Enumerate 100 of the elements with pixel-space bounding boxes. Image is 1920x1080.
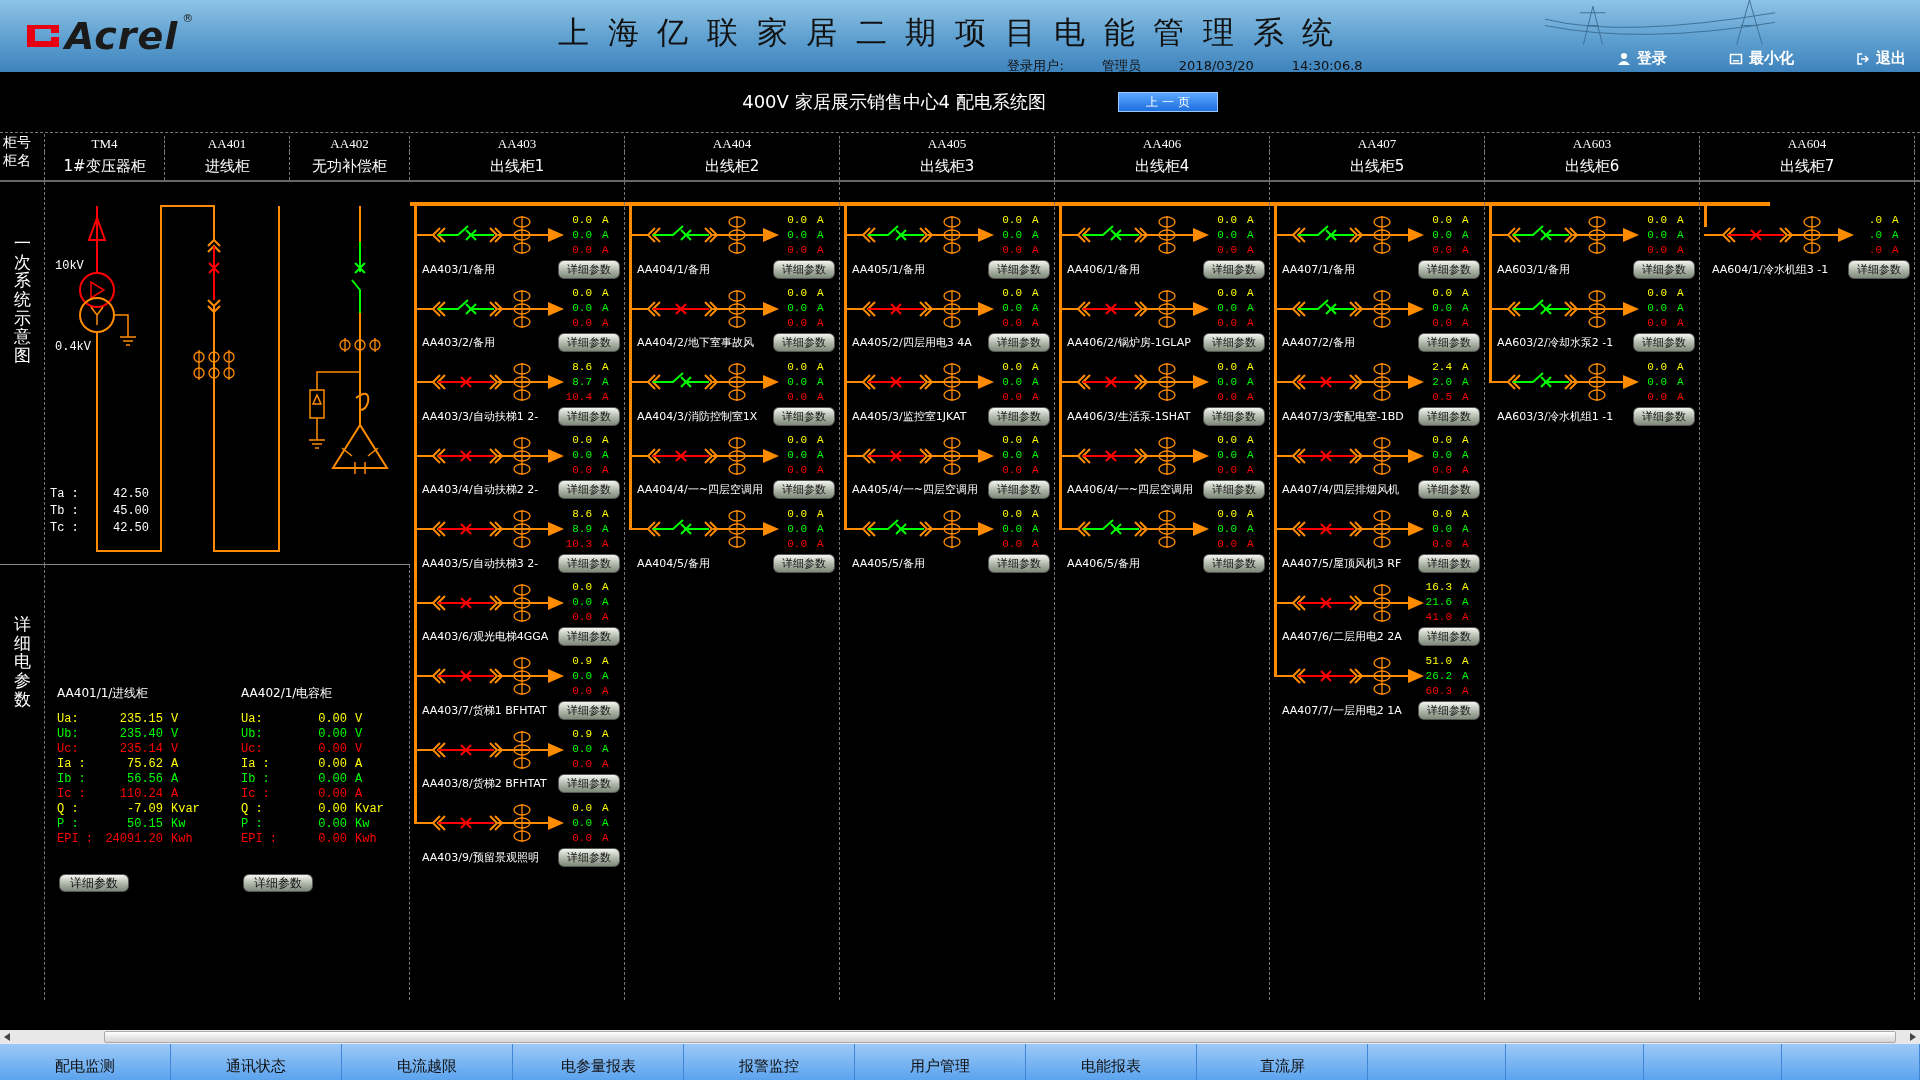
scroll-left-icon[interactable]	[4, 1033, 10, 1041]
parameter-label: P :	[241, 817, 264, 831]
parameter-value: 0.00	[317, 757, 348, 771]
details-button[interactable]: 详细参数	[1418, 627, 1480, 646]
current-value: 0.0	[1216, 286, 1237, 301]
details-button[interactable]: 详细参数	[1418, 480, 1480, 499]
details-button[interactable]: 详细参数	[1203, 406, 1265, 426]
current-unit: A	[602, 668, 609, 684]
details-button[interactable]: 详细参数	[558, 627, 620, 646]
details-button[interactable]: 详细参数	[1418, 700, 1480, 720]
current-value: 0.0	[786, 374, 807, 390]
current-unit: A	[1462, 212, 1469, 228]
nav-tab[interactable]: 用户管理	[855, 1044, 1026, 1080]
current-unit: A	[817, 463, 824, 478]
current-value: 0.0	[1216, 301, 1237, 316]
current-value: 0.0	[786, 286, 807, 301]
details-button[interactable]: 详细参数	[558, 700, 620, 720]
current-unit: A	[1462, 521, 1469, 537]
details-button[interactable]: 详细参数	[988, 480, 1050, 499]
details-button[interactable]: 详细参数	[988, 259, 1050, 279]
current-unit: A	[602, 683, 609, 699]
cabinet-name: 出线柜6	[1485, 152, 1700, 180]
details-button[interactable]: 详细参数	[1203, 480, 1265, 499]
parameter-unit: V	[355, 712, 364, 726]
current-value: 0.0	[1431, 227, 1452, 243]
login-user-label: 登录用户:	[1007, 58, 1064, 73]
temperature-value: 42.50	[113, 487, 149, 501]
details-button[interactable]: 详细参数	[773, 333, 835, 352]
details-button[interactable]: 详细参数	[1418, 553, 1480, 573]
nav-tab[interactable]: 通讯状态	[171, 1044, 342, 1080]
nav-tab[interactable]: 直流屏	[1197, 1044, 1368, 1080]
nav-tab[interactable]: 配电监测	[0, 1044, 171, 1080]
parameter-value: 0.00	[317, 817, 348, 831]
details-button[interactable]: 详细参数	[988, 553, 1050, 573]
details-button[interactable]: 详细参数	[1633, 333, 1695, 352]
current-unit: A	[602, 830, 609, 846]
current-value: 41.0	[1424, 610, 1452, 625]
details-button[interactable]: 详细参数	[988, 406, 1050, 426]
current-value: 2.0	[1431, 374, 1452, 390]
nav-tab[interactable]: 电流越限	[342, 1044, 513, 1080]
scrollbar-thumb[interactable]	[104, 1031, 1896, 1043]
details-button[interactable]: 详细参数	[558, 847, 620, 867]
horizontal-scrollbar[interactable]	[0, 1030, 1920, 1044]
current-value: 0.0	[786, 242, 807, 258]
current-unit: A	[602, 536, 609, 552]
details-button[interactable]: 详细参数	[558, 480, 620, 499]
scroll-right-icon[interactable]	[1910, 1033, 1916, 1041]
details-button[interactable]: 详细参数	[558, 553, 620, 573]
details-button[interactable]: 详细参数	[243, 874, 313, 892]
current-unit: A	[1677, 212, 1684, 228]
current-unit: A	[1892, 212, 1899, 228]
current-unit: A	[1677, 286, 1684, 301]
feeder-label: AA403/7/货梯1 BFHTAT	[422, 702, 547, 718]
current-unit: A	[602, 800, 609, 816]
current-unit: A	[602, 742, 609, 757]
details-button[interactable]: 详细参数	[558, 774, 620, 793]
current-unit: A	[1462, 242, 1469, 258]
current-value: 0.0	[786, 316, 807, 331]
details-button[interactable]: 详细参数	[1418, 259, 1480, 279]
current-unit: A	[1032, 212, 1039, 228]
details-button[interactable]: 详细参数	[988, 333, 1050, 352]
details-button[interactable]: 详细参数	[1848, 259, 1910, 279]
details-button[interactable]: 详细参数	[1633, 259, 1695, 279]
details-button[interactable]: 详细参数	[558, 333, 620, 352]
parameter-value: 56.56	[126, 772, 164, 786]
current-unit: A	[1892, 227, 1899, 243]
parameter-unit: V	[171, 742, 180, 756]
nav-tab[interactable]: 电能报表	[1026, 1044, 1197, 1080]
parameter-label: Ub:	[57, 727, 80, 741]
details-button[interactable]: 详细参数	[773, 480, 835, 499]
details-button[interactable]: 详细参数	[1633, 406, 1695, 426]
current-value: 0.0	[786, 359, 807, 375]
nav-tab[interactable]: 电参量报表	[513, 1044, 684, 1080]
current-value: 0.0	[1431, 448, 1452, 463]
details-button[interactable]: 详细参数	[773, 406, 835, 426]
details-button[interactable]: 详细参数	[773, 553, 835, 573]
details-button[interactable]: 详细参数	[1203, 333, 1265, 352]
current-value: 0.0	[571, 668, 592, 684]
details-button[interactable]: 详细参数	[1203, 259, 1265, 279]
details-button[interactable]: 详细参数	[59, 874, 129, 892]
details-button[interactable]: 详细参数	[558, 259, 620, 279]
details-button[interactable]: 详细参数	[1418, 406, 1480, 426]
meter-title: AA401/1/进线柜	[57, 685, 150, 702]
cabinet-name: 无功补偿柜	[290, 152, 410, 180]
current-value: 0.0	[1001, 301, 1022, 316]
current-unit: A	[602, 433, 609, 448]
parameter-value: 50.15	[126, 817, 164, 831]
exit-icon	[1856, 51, 1870, 66]
details-button[interactable]: 详细参数	[1203, 553, 1265, 573]
current-value: 0.0	[571, 683, 592, 699]
nav-tab[interactable]: 报警监控	[684, 1044, 855, 1080]
current-unit: A	[1462, 359, 1469, 375]
details-button[interactable]: 详细参数	[558, 406, 620, 426]
parameter-unit: V	[355, 742, 364, 756]
parameter-label: Q :	[241, 802, 264, 816]
details-button[interactable]: 详细参数	[773, 259, 835, 279]
current-unit: A	[1032, 448, 1039, 463]
current-unit: A	[1462, 683, 1469, 699]
details-button[interactable]: 详细参数	[1418, 333, 1480, 352]
parameter-label: Ib :	[241, 772, 271, 786]
